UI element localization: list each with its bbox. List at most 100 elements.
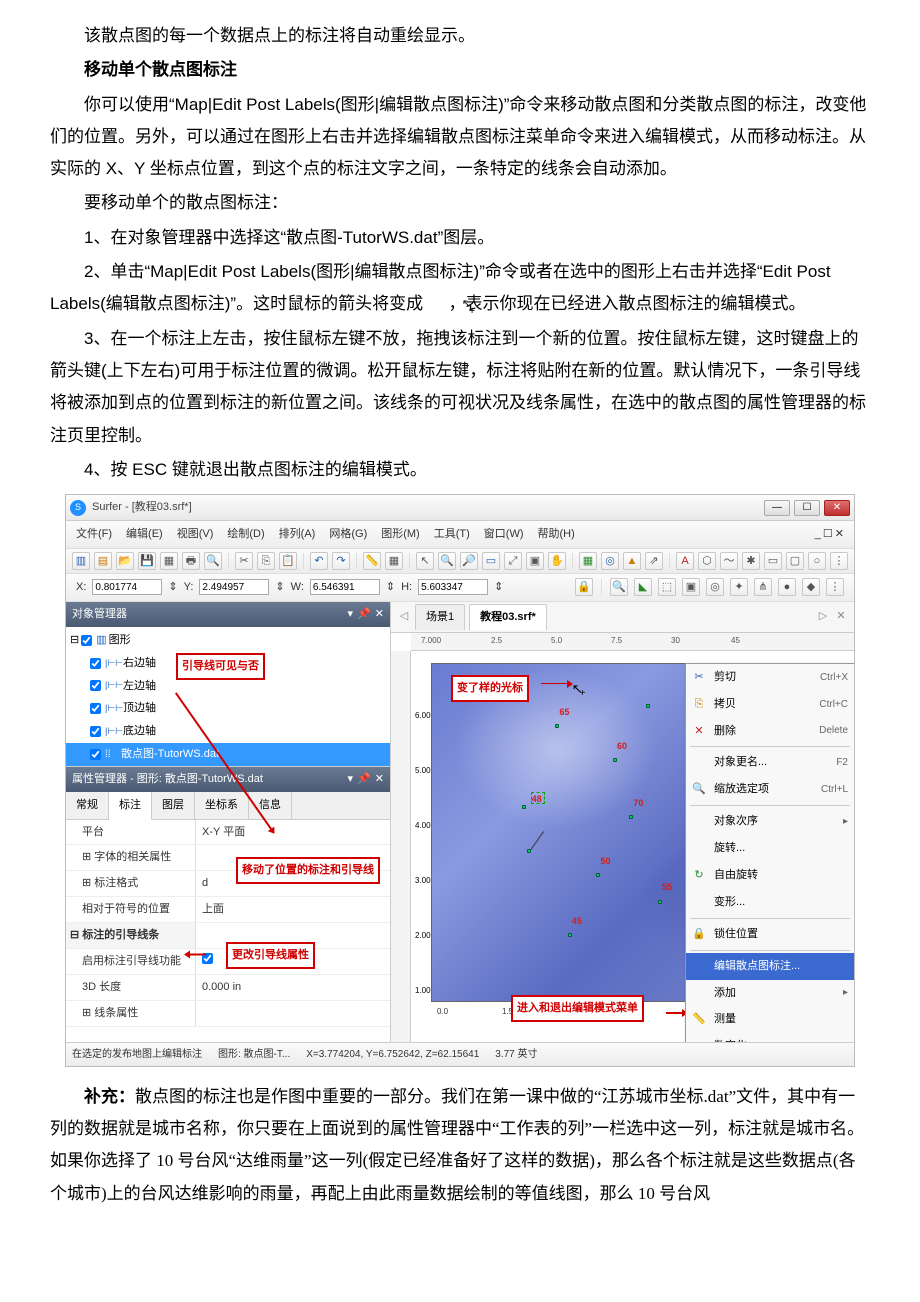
checkbox[interactable] [90,658,101,669]
redo-icon[interactable]: ↷ [332,552,350,570]
tree-item-post-map[interactable]: ⁞⁞散点图-TutorWS.dat [66,743,390,766]
vector-icon[interactable]: ⇗ [645,552,663,570]
tab-next-icon[interactable]: ▷ [816,606,830,627]
spinner[interactable]: ⇕ [168,577,177,598]
close-pane-icon[interactable]: ✕ [375,604,384,625]
tab-tutorial03[interactable]: 教程03.srf* [469,604,547,630]
contour-icon[interactable]: ◎ [601,552,619,570]
save-icon[interactable]: 💾 [138,552,156,570]
new-sheet-icon[interactable]: ▤ [94,552,112,570]
tool-icon[interactable]: ● [778,578,796,596]
tab-general[interactable]: 常规 [66,792,109,819]
checkbox[interactable] [90,726,101,737]
zoom-out-icon[interactable]: 🔎 [460,552,478,570]
open-icon[interactable]: 📂 [116,552,134,570]
menu-grid[interactable]: 网格(G) [329,524,367,545]
tab-crs[interactable]: 坐标系 [195,792,249,819]
ctx-zoom-sel[interactable]: 🔍缩放选定项Ctrl+L [686,776,854,803]
ctx-delete[interactable]: ✕删除Delete [686,718,854,745]
x-field[interactable] [92,579,162,595]
zoom-rect-icon[interactable]: ▭ [482,552,500,570]
ellipse-icon[interactable]: ○ [808,552,826,570]
ctx-digitize[interactable]: 数字化 [686,1033,854,1042]
pin-icon[interactable]: 📌 [357,604,371,625]
spinner[interactable]: ⇕ [386,577,395,598]
checkbox[interactable] [90,680,101,691]
menu-draw[interactable]: 绘制(D) [227,524,264,545]
ctx-cut[interactable]: ✂剪切Ctrl+X [686,664,854,691]
more-icon[interactable]: ⋮ [826,578,844,596]
ctx-copy[interactable]: ⎘拷贝Ctrl+C [686,691,854,718]
tab-layer[interactable]: 图层 [152,792,195,819]
new-plot-icon[interactable]: ▥ [72,552,90,570]
menu-map[interactable]: 图形(M) [381,524,420,545]
tool-icon[interactable]: ⋔ [754,578,772,596]
saveall-icon[interactable]: ▦ [160,552,178,570]
object-tree[interactable]: ⊟ ▥ 图形 |⊢⊢右边轴 |⊢⊢左边轴 |⊢⊢顶边轴 |⊢⊢底边轴 ⁞⁞散点图… [66,627,390,767]
grid-icon[interactable]: ▦ [385,552,403,570]
rect-icon[interactable]: ▭ [764,552,782,570]
zoom-in-icon[interactable]: 🔍 [438,552,456,570]
undo-icon[interactable]: ↶ [310,552,328,570]
surface-icon[interactable]: ▲ [623,552,641,570]
ctx-rename[interactable]: 对象更名...F2 [686,749,854,776]
checkbox[interactable] [90,703,101,714]
menu-file[interactable]: 文件(F) [76,524,112,545]
spinner[interactable]: ⇕ [275,577,284,598]
round-rect-icon[interactable]: ▢ [786,552,804,570]
close-pane-icon[interactable]: ✕ [375,769,384,790]
polygon-icon[interactable]: ⬡ [698,552,716,570]
cut-icon[interactable]: ✂ [235,552,253,570]
mdi-close[interactable]: ✕ [835,524,844,545]
checkbox[interactable] [90,749,101,760]
pan-icon[interactable]: ✋ [548,552,566,570]
ctx-measure[interactable]: 📏测量 [686,1006,854,1033]
tab-prev-icon[interactable]: ◁ [397,606,411,627]
ctx-lock-pos[interactable]: 🔒锁住位置 [686,921,854,948]
ruler-icon[interactable]: 📏 [363,552,381,570]
ctx-order[interactable]: 对象次序▸ [686,808,854,835]
paste-icon[interactable]: 📋 [279,552,297,570]
mdi-min[interactable]: _ [815,524,821,545]
tab-scene1[interactable]: 场景1 [415,604,465,630]
symbol-icon[interactable]: ✱ [742,552,760,570]
tool-icon[interactable]: ▣ [682,578,700,596]
tool-icon[interactable]: ◎ [706,578,724,596]
tree-item-bottom-axis[interactable]: |⊢⊢底边轴 [66,720,390,743]
maximize-button[interactable]: ☐ [794,500,820,516]
y-field[interactable] [199,579,269,595]
preview-icon[interactable]: 🔍 [204,552,222,570]
selected-label[interactable]: 48 [531,792,545,804]
copy-icon[interactable]: ⎘ [257,552,275,570]
ctx-rotate[interactable]: 旋转... [686,835,854,862]
print-icon[interactable]: 🖶 [182,552,200,570]
menu-help[interactable]: 帮助(H) [538,524,575,545]
dropdown-icon[interactable]: ▾ [348,604,354,625]
menu-arrange[interactable]: 排列(A) [279,524,316,545]
mdi-max[interactable]: ☐ [823,524,833,545]
ctx-deform[interactable]: 变形... [686,889,854,916]
dropdown-icon[interactable]: ▾ [348,769,354,790]
zoom-tool-icon[interactable]: 🔍 [610,578,628,596]
plot-canvas[interactable]: 7.000 2.5 5.0 7.5 30 45 6.000 5.000 4.00… [391,633,854,1042]
more-icon[interactable]: ⋮ [830,552,848,570]
tool-icon[interactable]: ◆ [802,578,820,596]
polyline-icon[interactable]: 〜 [720,552,738,570]
tool-icon[interactable]: ⬚ [658,578,676,596]
lock-icon[interactable]: 🔒 [575,578,593,596]
tree-item-top-axis[interactable]: |⊢⊢顶边轴 [66,697,390,720]
w-field[interactable] [310,579,380,595]
ctx-add[interactable]: 添加▸ [686,980,854,1007]
grid-data-icon[interactable]: ▦ [579,552,597,570]
ctx-free-rotate[interactable]: ↻自由旋转 [686,862,854,889]
pin-icon[interactable]: 📌 [357,769,371,790]
tab-label[interactable]: 标注 [109,792,152,820]
checkbox[interactable] [81,635,92,646]
minimize-button[interactable]: — [764,500,790,516]
text-icon[interactable]: A [676,552,694,570]
menu-view[interactable]: 视图(V) [177,524,214,545]
tab-close-icon[interactable]: ✕ [834,606,848,627]
menu-window[interactable]: 窗口(W) [484,524,524,545]
select-icon[interactable]: ↖ [416,552,434,570]
spinner[interactable]: ⇕ [494,577,503,598]
